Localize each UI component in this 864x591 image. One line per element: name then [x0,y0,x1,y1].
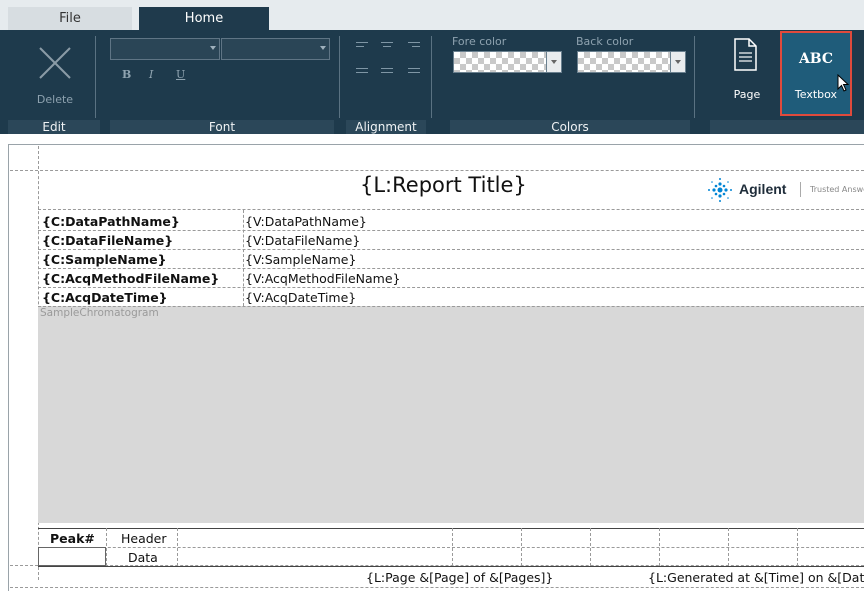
field-label-acqmethodfilename[interactable]: {C:AcqMethodFileName} [42,271,219,286]
group-label-font: Font [110,120,334,134]
group-label-alignment: Alignment [346,120,426,134]
delete-button[interactable]: Delete [26,36,84,118]
agilent-spark-icon [708,178,732,202]
peak-number-header[interactable]: Peak# [50,531,95,546]
fore-color-label: Fore color [452,35,507,48]
group-label-edit: Edit [8,120,100,134]
footer-page-number[interactable]: {L:Page &[Page] of &[Pages]} [366,570,553,585]
report-title[interactable]: {L:Report Title} [360,173,527,197]
page-icon [734,38,757,71]
table-data-cell[interactable]: Data [128,550,158,565]
sample-chromatogram-area[interactable] [38,306,864,523]
field-label-datafilename[interactable]: {C:DataFileName} [42,233,173,248]
mouse-cursor-icon [837,74,850,92]
agilent-logo-name: Agilent [739,181,787,197]
page-button[interactable]: Page [722,34,772,118]
sample-chromatogram-label: SampleChromatogram [40,307,159,319]
back-color-picker[interactable] [577,51,671,73]
back-color-dropdown[interactable] [670,51,686,73]
group-label-colors: Colors [450,120,690,134]
field-value-datafilename[interactable]: {V:DataFileName} [245,233,360,248]
back-color-label: Back color [576,35,634,48]
underline-button[interactable]: U [176,68,185,81]
peak-data-cell-selected[interactable] [38,547,106,566]
font-size-select[interactable] [221,38,330,60]
field-label-acqdatetime[interactable]: {C:AcqDateTime} [42,290,168,305]
peak-table[interactable]: Peak# Header Data [38,528,864,567]
agilent-logo-tagline: Trusted Answers [810,185,864,194]
textbox-icon: ABC [798,51,834,67]
agilent-logo: Agilent Trusted Answers [706,176,864,204]
page-label: Page [733,88,761,101]
field-value-acqdatetime[interactable]: {V:AcqDateTime} [245,290,356,305]
tab-home[interactable]: Home [139,7,269,30]
field-value-acqmethodfilename[interactable]: {V:AcqMethodFileName} [245,271,400,286]
field-label-datapathname[interactable]: {C:DataPathName} [42,214,180,229]
fore-color-dropdown[interactable] [546,51,562,73]
ribbon: Delete Edit B I U Font Alignment Fore co… [0,30,864,134]
font-family-select[interactable] [110,38,220,60]
field-value-datapathname[interactable]: {V:DataPathName} [245,214,367,229]
field-value-samplename[interactable]: {V:SampleName} [245,252,356,267]
bold-button[interactable]: B [122,68,131,81]
italic-button[interactable]: I [149,68,153,81]
group-label-insert [710,120,864,134]
footer-generated-at[interactable]: {L:Generated at &[Time] on &[Date]} [648,570,864,585]
field-label-samplename[interactable]: {C:SampleName} [42,252,167,267]
table-header-cell[interactable]: Header [121,531,167,546]
tab-file[interactable]: File [8,7,132,30]
delete-label: Delete [36,93,74,106]
fore-color-picker[interactable] [453,51,547,73]
delete-icon [39,47,71,79]
